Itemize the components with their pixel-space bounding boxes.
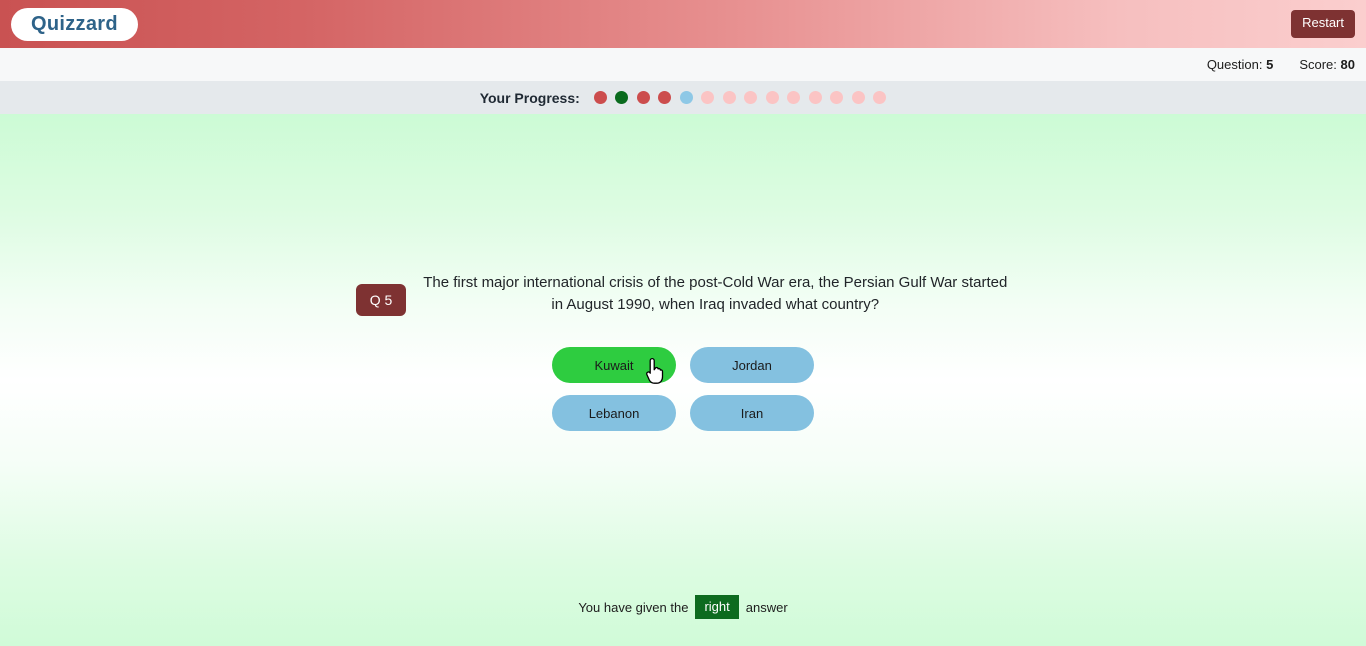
question-counter: Question: 5 bbox=[1207, 57, 1274, 72]
score-counter: Score: 80 bbox=[1299, 57, 1355, 72]
question-block: Q 5 The first major international crisis… bbox=[0, 272, 1366, 316]
progress-inner: Your Progress: bbox=[480, 90, 887, 106]
answer-option-4[interactable]: Iran bbox=[690, 395, 814, 431]
progress-dot-list bbox=[593, 91, 887, 104]
answer-option-3[interactable]: Lebanon bbox=[552, 395, 676, 431]
progress-dot-3 bbox=[636, 91, 650, 104]
result-suffix: answer bbox=[745, 599, 788, 615]
result-message: You have given the right answer bbox=[0, 595, 1366, 619]
question-counter-value: 5 bbox=[1266, 57, 1274, 72]
app-logo[interactable]: Quizzard bbox=[11, 7, 138, 41]
restart-button[interactable]: Restart bbox=[1291, 10, 1355, 38]
quiz-app: Quizzard Restart Question: 5 Score: 80 Y… bbox=[0, 0, 1366, 646]
progress-dot-8 bbox=[744, 91, 758, 104]
app-logo-text: Quizzard bbox=[31, 13, 118, 35]
progress-dot-5 bbox=[679, 91, 693, 104]
progress-dot-11 bbox=[808, 91, 822, 104]
question-number-badge: Q 5 bbox=[355, 284, 407, 316]
app-header: Quizzard Restart bbox=[0, 0, 1366, 48]
progress-dot-13 bbox=[851, 91, 865, 104]
result-verdict-badge: right bbox=[695, 595, 739, 619]
progress-dot-2 bbox=[615, 91, 629, 104]
progress-bar: Your Progress: bbox=[0, 81, 1366, 114]
progress-dot-7 bbox=[722, 91, 736, 104]
status-bar: Question: 5 Score: 80 bbox=[0, 48, 1366, 81]
progress-dot-6 bbox=[701, 91, 715, 104]
progress-dot-9 bbox=[765, 91, 779, 104]
answer-option-2[interactable]: Jordan bbox=[690, 347, 814, 383]
result-prefix: You have given the bbox=[578, 599, 689, 615]
score-counter-value: 80 bbox=[1340, 57, 1355, 72]
answer-options: Kuwait Jordan Lebanon Iran bbox=[545, 347, 821, 431]
quiz-main: Q 5 The first major international crisis… bbox=[0, 114, 1366, 646]
progress-dot-14 bbox=[873, 91, 887, 104]
answer-option-1[interactable]: Kuwait bbox=[552, 347, 676, 383]
progress-dot-12 bbox=[830, 91, 844, 104]
score-counter-label: Score: bbox=[1299, 57, 1337, 72]
question-text: The first major international crisis of … bbox=[423, 274, 1008, 313]
progress-dot-4 bbox=[658, 91, 672, 104]
question-counter-label: Question: bbox=[1206, 57, 1263, 72]
progress-dot-10 bbox=[787, 91, 801, 104]
progress-dot-1 bbox=[593, 91, 607, 104]
progress-label: Your Progress: bbox=[479, 89, 580, 106]
